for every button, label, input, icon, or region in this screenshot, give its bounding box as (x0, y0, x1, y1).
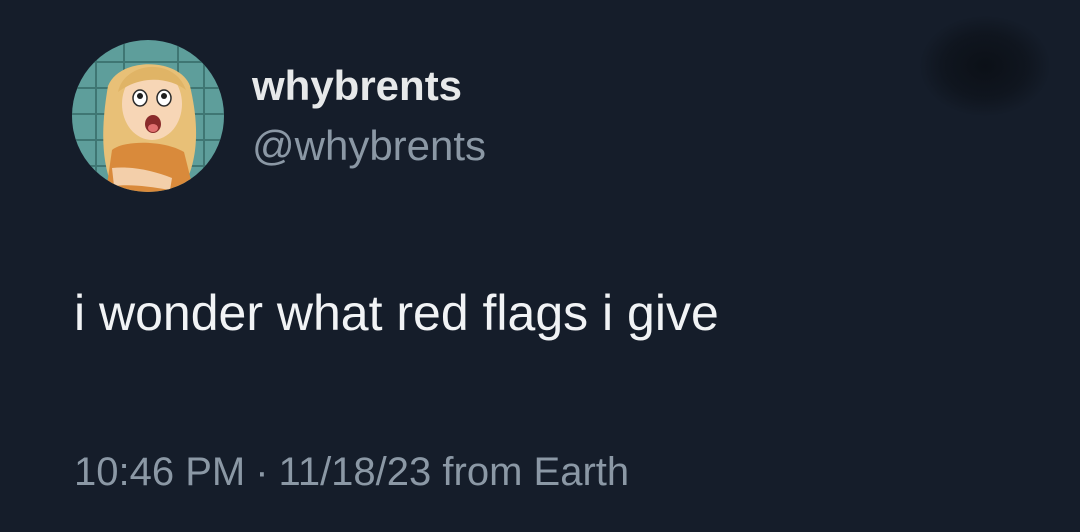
author-display-name[interactable]: whybrents (252, 60, 462, 112)
author-handle[interactable]: @whybrents (252, 120, 486, 172)
meta-separator: · (255, 450, 269, 494)
tweet-text: i wonder what red flags i give (74, 285, 719, 341)
tweet-date[interactable]: 11/18/23 (279, 450, 432, 494)
more-options-icon[interactable] (920, 16, 1050, 116)
cartoon-girl-avatar-icon (72, 40, 224, 192)
tweet-time[interactable]: 10:46 PM (74, 450, 245, 494)
tweet-metadata: 10:46 PM · 11/18/23 from Earth (74, 446, 629, 498)
tweet-source: from Earth (442, 450, 630, 494)
avatar[interactable] (72, 40, 224, 192)
tweet-card: whybrents @whybrents i wonder what red f… (0, 0, 1080, 532)
